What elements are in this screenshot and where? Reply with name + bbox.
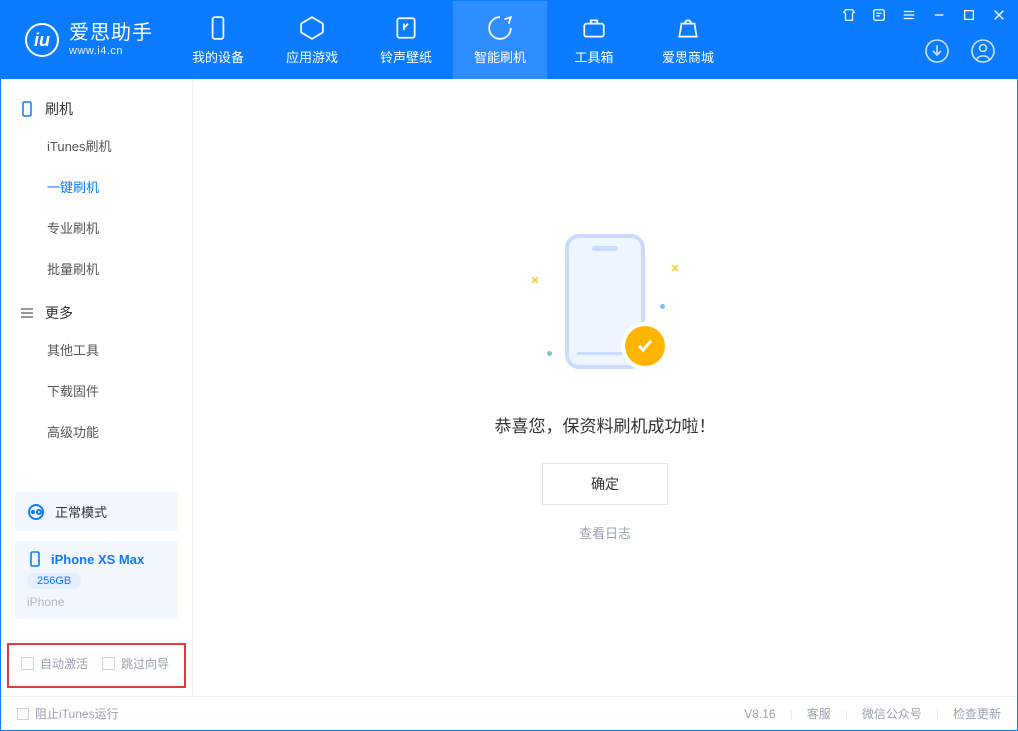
minimize-icon[interactable] (931, 7, 947, 23)
device-card[interactable]: iPhone XS Max 256GB iPhone (15, 541, 178, 619)
skin-icon[interactable] (841, 7, 857, 23)
user-controls (923, 37, 997, 65)
nav-flash-label: 智能刷机 (474, 47, 526, 66)
maximize-icon[interactable] (961, 7, 977, 23)
top-nav: 我的设备 应用游戏 铃声壁纸 智能刷机 工具箱 爱思商城 (171, 1, 735, 79)
sidebar-item-batch[interactable]: 批量刷机 (1, 248, 192, 289)
mode-label: 正常模式 (55, 502, 107, 521)
sidebar-item-other[interactable]: 其他工具 (1, 329, 192, 370)
options-row: 自动激活 跳过向导 (7, 643, 186, 688)
nav-device[interactable]: 我的设备 (171, 1, 265, 79)
view-log-link[interactable]: 查看日志 (579, 523, 631, 542)
check-icon (625, 326, 665, 366)
opt-auto-activate[interactable]: 自动激活 (21, 655, 88, 672)
opt-skip-guide[interactable]: 跳过向导 (102, 655, 169, 672)
app-subtitle: www.i4.cn (69, 45, 153, 58)
app-title: 爱思助手 (69, 21, 153, 45)
nav-apps[interactable]: 应用游戏 (265, 1, 359, 79)
close-icon[interactable] (991, 7, 1007, 23)
main-content: 恭喜您，保资料刷机成功啦！ 确定 查看日志 (193, 79, 1017, 696)
download-icon[interactable] (923, 37, 951, 65)
nav-store[interactable]: 爱思商城 (641, 1, 735, 79)
sidebar-item-advanced[interactable]: 高级功能 (1, 411, 192, 452)
user-icon[interactable] (969, 37, 997, 65)
sidebar-item-itunes[interactable]: iTunes刷机 (1, 125, 192, 166)
sidebar-section-flash-label: 刷机 (45, 99, 73, 119)
sidebar: 刷机 iTunes刷机 一键刷机 专业刷机 批量刷机 更多 其他工具 下载固件 … (1, 79, 193, 696)
device-type: iPhone (27, 595, 166, 609)
opt-auto-activate-label: 自动激活 (40, 655, 88, 672)
block-itunes[interactable]: 阻止iTunes运行 (17, 705, 119, 722)
app-window: iu 爱思助手 www.i4.cn 我的设备 应用游戏 铃声壁纸 智能刷机 (0, 0, 1018, 731)
sidebar-item-firmware[interactable]: 下载固件 (1, 370, 192, 411)
ok-button[interactable]: 确定 (542, 463, 668, 505)
nav-apps-label: 应用游戏 (286, 47, 338, 66)
checkbox-icon (102, 657, 115, 670)
feedback-icon[interactable] (871, 7, 887, 23)
nav-store-label: 爱思商城 (662, 47, 714, 66)
nav-device-label: 我的设备 (192, 47, 244, 66)
sidebar-item-oneclick[interactable]: 一键刷机 (1, 166, 192, 207)
success-message: 恭喜您，保资料刷机成功啦！ (495, 412, 716, 437)
nav-ring[interactable]: 铃声壁纸 (359, 1, 453, 79)
sidebar-section-more: 更多 (1, 289, 192, 329)
success-illustration (525, 234, 685, 384)
version-label: V8.16 (744, 707, 775, 721)
nav-tools[interactable]: 工具箱 (547, 1, 641, 79)
logo: iu 爱思助手 www.i4.cn (1, 1, 171, 79)
support-link[interactable]: 客服 (807, 705, 831, 722)
device-name: iPhone XS Max (51, 552, 144, 567)
checkbox-icon (17, 708, 29, 720)
mode-card[interactable]: 正常模式 (15, 492, 178, 531)
update-link[interactable]: 检查更新 (953, 705, 1001, 722)
sidebar-section-flash: 刷机 (1, 85, 192, 125)
nav-flash[interactable]: 智能刷机 (453, 1, 547, 79)
body: 刷机 iTunes刷机 一键刷机 专业刷机 批量刷机 更多 其他工具 下载固件 … (1, 79, 1017, 696)
wechat-link[interactable]: 微信公众号 (862, 705, 922, 722)
block-itunes-label: 阻止iTunes运行 (35, 705, 119, 722)
sidebar-item-pro[interactable]: 专业刷机 (1, 207, 192, 248)
nav-tools-label: 工具箱 (574, 47, 613, 66)
sidebar-section-more-label: 更多 (45, 303, 73, 323)
titlebar: iu 爱思助手 www.i4.cn 我的设备 应用游戏 铃声壁纸 智能刷机 (1, 1, 1017, 79)
logo-icon: iu (25, 23, 59, 57)
nav-ring-label: 铃声壁纸 (380, 47, 432, 66)
window-controls (841, 7, 1007, 23)
menu-icon[interactable] (901, 7, 917, 23)
checkbox-icon (21, 657, 34, 670)
device-capacity: 256GB (27, 573, 81, 589)
statusbar: 阻止iTunes运行 V8.16 | 客服 | 微信公众号 | 检查更新 (1, 696, 1017, 730)
opt-skip-guide-label: 跳过向导 (121, 655, 169, 672)
